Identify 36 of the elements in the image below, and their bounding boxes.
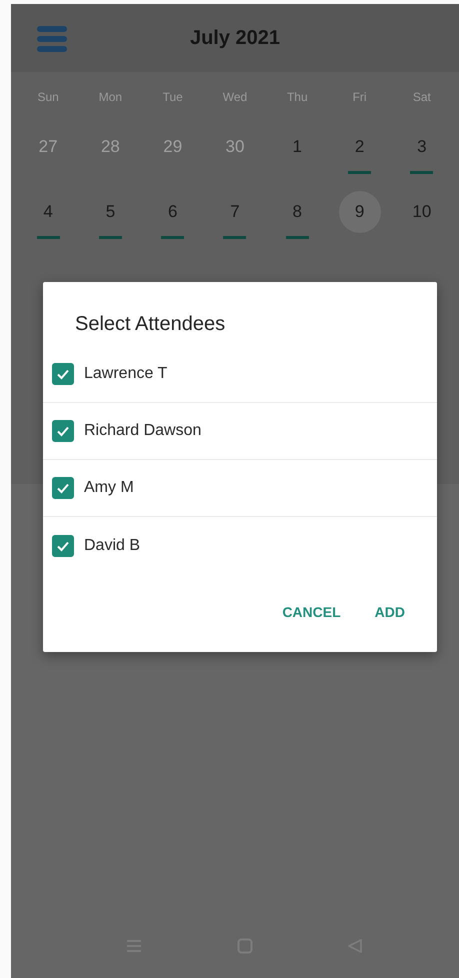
calendar-day[interactable]: 28 bbox=[89, 126, 132, 168]
dialog-button[interactable]: CANCEL bbox=[272, 596, 351, 628]
calendar-day[interactable]: 27 bbox=[27, 126, 70, 168]
dialog-title: Select Attendees bbox=[74, 312, 226, 337]
checkbox[interactable] bbox=[52, 477, 74, 499]
calendar-day[interactable]: 1 bbox=[276, 126, 318, 168]
weekday-label: Fri bbox=[352, 89, 368, 106]
weekday-label: Tue bbox=[162, 89, 184, 106]
month-title: July 2021 bbox=[190, 26, 280, 50]
weekday-label: Sat bbox=[412, 89, 432, 106]
calendar-day[interactable]: 8 bbox=[276, 191, 318, 233]
checkbox[interactable] bbox=[52, 420, 74, 442]
attendee-name: Richard Dawson bbox=[84, 422, 202, 440]
check-icon bbox=[56, 367, 70, 381]
calendar-day[interactable]: 6 bbox=[152, 191, 194, 233]
calendar-day[interactable]: 7 bbox=[214, 191, 256, 233]
calendar-day[interactable]: 2 bbox=[338, 126, 381, 168]
check-icon bbox=[56, 424, 70, 438]
calendar-day[interactable]: 4 bbox=[27, 191, 70, 233]
calendar-day[interactable]: 29 bbox=[152, 126, 194, 168]
attendee-name: David B bbox=[84, 536, 140, 554]
weekday-label: Sun bbox=[36, 89, 60, 106]
calendar-day[interactable]: 5 bbox=[89, 191, 132, 233]
attendee-name: Lawrence T bbox=[84, 365, 168, 383]
calendar-day[interactable]: 9 bbox=[338, 191, 381, 233]
attendee-name: Amy M bbox=[84, 479, 134, 497]
checkbox[interactable] bbox=[52, 534, 74, 556]
weekday-label: Wed bbox=[222, 89, 248, 106]
weekday-label: Mon bbox=[98, 89, 124, 106]
calendar-day[interactable]: 30 bbox=[214, 126, 256, 168]
check-icon bbox=[56, 481, 70, 495]
calendar-day[interactable]: 10 bbox=[400, 191, 443, 233]
calendar-day[interactable]: 3 bbox=[400, 126, 443, 168]
dialog-button[interactable]: ADD bbox=[364, 596, 415, 628]
checkbox[interactable] bbox=[52, 363, 74, 385]
weekday-label: Thu bbox=[286, 89, 309, 106]
